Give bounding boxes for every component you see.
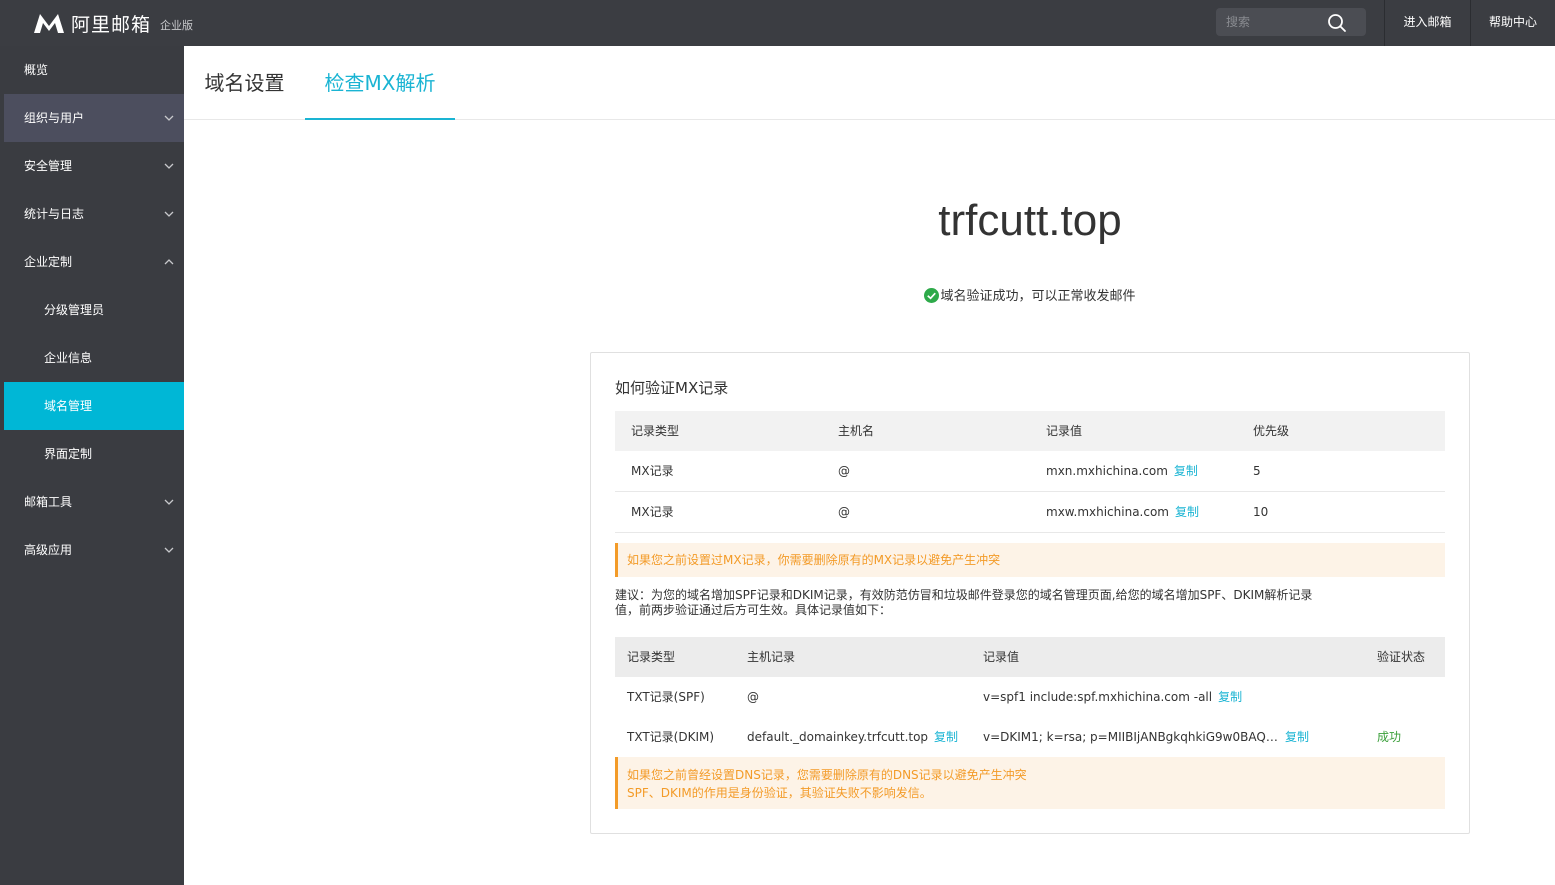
logo[interactable]: 阿里邮箱 企业版 <box>32 10 193 36</box>
sidebar-item-org-users[interactable]: 组织与用户 <box>4 94 184 142</box>
logo-text: 阿里邮箱 <box>71 13 152 36</box>
copy-button[interactable]: 复制 <box>1174 464 1198 478</box>
host-record: @ <box>747 690 759 704</box>
chevron-down-icon <box>164 499 174 505</box>
copy-button[interactable]: 复制 <box>1285 730 1309 744</box>
mx-table: 记录类型 主机名 记录值 优先级 MX记录 @ mxn.mxhichina.co… <box>615 411 1445 533</box>
host-record: default._domainkey.trfcutt.top <box>747 730 929 744</box>
warning-line: SPF、DKIM的作用是身份验证，其验证失败不影响发信。 <box>627 786 932 800</box>
sidebar-item-enterprise-info[interactable]: 企业信息 <box>4 334 184 382</box>
record-type: TXT记录(SPF) <box>627 690 705 704</box>
sidebar-item-label: 分级管理员 <box>44 303 105 317</box>
priority: 5 <box>1253 464 1261 478</box>
search-input[interactable] <box>1216 8 1326 36</box>
tab-bar: 域名设置 检查MX解析 <box>184 46 1555 120</box>
header-cell: 主机记录 <box>747 650 796 664</box>
sidebar-item-label: 安全管理 <box>24 159 73 173</box>
sidebar-item-enterprise-custom[interactable]: 企业定制 <box>4 238 184 286</box>
sidebar-item-overview[interactable]: 概览 <box>4 46 184 94</box>
mx-guide-card: 如何验证MX记录 记录类型 主机名 记录值 优先级 MX记录 @ mxn.mxh… <box>590 352 1470 834</box>
dns-conflict-warning: 如果您之前曾经设置DNS记录，您需要删除原有的DNS记录以避免产生冲突 SPF、… <box>615 757 1445 809</box>
sidebar-item-label: 组织与用户 <box>24 111 85 125</box>
chevron-up-icon <box>164 259 174 265</box>
record-value-cell: v=DKIM1; k=rsa; p=MIIBIjANBgkqhkiG9w0BAQ… <box>983 717 1309 757</box>
record-value-cell: v=spf1 include:spf.mxhichina.com -all 复制 <box>983 677 1242 717</box>
record-value-cell: mxn.mxhichina.com 复制 <box>1046 451 1198 491</box>
logo-edition: 企业版 <box>160 19 194 32</box>
chevron-down-icon <box>164 211 174 217</box>
sidebar: 概览 组织与用户 安全管理 统计与日志 企业定制 分级管理员 企业信息 域名管理… <box>0 46 184 885</box>
mx-conflict-warning: 如果您之前设置过MX记录，你需要删除原有的MX记录以避免产生冲突 <box>615 543 1445 577</box>
card-title: 如何验证MX记录 <box>615 379 729 397</box>
record-type: MX记录 <box>631 505 674 519</box>
host-record-cell: default._domainkey.trfcutt.top 复制 <box>747 717 958 757</box>
copy-button[interactable]: 复制 <box>1218 690 1242 704</box>
table-row: MX记录 @ mxn.mxhichina.com 复制 5 <box>615 451 1445 492</box>
copy-button[interactable]: 复制 <box>1175 505 1199 519</box>
sidebar-item-advanced[interactable]: 高级应用 <box>4 526 184 574</box>
table-row: TXT记录(DKIM) default._domainkey.trfcutt.t… <box>615 717 1445 757</box>
verify-status-success: 成功 <box>1377 730 1402 744</box>
logo-m-icon <box>34 14 64 33</box>
advice-line: 建议：为您的域名增加SPF记录和DKIM记录，有效防范仿冒和垃圾邮件登录您的域名… <box>615 588 1313 602</box>
priority: 10 <box>1253 505 1269 519</box>
chevron-down-icon <box>164 163 174 169</box>
verify-text: 域名验证成功，可以正常收发邮件 <box>940 289 1136 304</box>
table-header: 记录类型 主机名 记录值 优先级 <box>615 411 1445 451</box>
header-cell: 优先级 <box>1253 424 1290 438</box>
sidebar-item-stats-logs[interactable]: 统计与日志 <box>4 190 184 238</box>
table-row: MX记录 @ mxw.mxhichina.com 复制 10 <box>615 492 1445 533</box>
sidebar-item-label: 域名管理 <box>44 399 93 413</box>
header-cell: 验证状态 <box>1377 650 1426 664</box>
record-value: mxw.mxhichina.com <box>1046 505 1169 519</box>
header-cell: 记录值 <box>983 650 1020 664</box>
sidebar-item-label: 企业信息 <box>44 351 93 365</box>
record-type: TXT记录(DKIM) <box>627 730 715 744</box>
table-row: TXT记录(SPF) @ v=spf1 include:spf.mxhichin… <box>615 677 1445 717</box>
host-name: @ <box>838 464 850 478</box>
tab-check-mx[interactable]: 检查MX解析 <box>305 46 455 120</box>
sidebar-item-label: 企业定制 <box>24 255 73 269</box>
sidebar-item-ui-custom[interactable]: 界面定制 <box>4 430 184 478</box>
header-cell: 记录类型 <box>627 650 676 664</box>
sidebar-item-domain-management[interactable]: 域名管理 <box>4 382 184 430</box>
sidebar-item-label: 统计与日志 <box>24 207 85 221</box>
header-cell: 主机名 <box>838 424 875 438</box>
sidebar-item-mail-tools[interactable]: 邮箱工具 <box>4 478 184 526</box>
sidebar-item-security[interactable]: 安全管理 <box>4 142 184 190</box>
sidebar-item-sub-admins[interactable]: 分级管理员 <box>4 286 184 334</box>
top-bar: 阿里邮箱 企业版 进入邮箱 帮助中心 <box>0 0 1555 46</box>
sidebar-item-label: 界面定制 <box>44 447 93 461</box>
host-name: @ <box>838 505 850 519</box>
tab-domain-settings[interactable]: 域名设置 <box>184 46 305 120</box>
help-center-link[interactable]: 帮助中心 <box>1470 0 1555 46</box>
record-value: mxn.mxhichina.com <box>1046 464 1168 478</box>
record-value: v=spf1 include:spf.mxhichina.com -all <box>983 690 1213 704</box>
chevron-down-icon <box>164 547 174 553</box>
copy-button[interactable]: 复制 <box>934 730 958 744</box>
record-value: v=DKIM1; k=rsa; p=MIIBIjANBgkqhkiG9w0BAQ… <box>983 730 1279 744</box>
check-circle-icon <box>924 288 940 303</box>
record-type: MX记录 <box>631 464 674 478</box>
table-header: 记录类型 主机记录 记录值 验证状态 <box>615 637 1445 677</box>
search-icon[interactable] <box>1327 13 1347 33</box>
verify-status: 域名验证成功，可以正常收发邮件 <box>830 285 1230 304</box>
header-cell: 记录类型 <box>631 424 680 438</box>
domain-title: trfcutt.top <box>938 196 1122 245</box>
dns-table: 记录类型 主机记录 记录值 验证状态 TXT记录(SPF) @ v=spf1 i… <box>615 637 1445 757</box>
sidebar-item-label: 邮箱工具 <box>24 495 73 509</box>
header-cell: 记录值 <box>1046 424 1083 438</box>
sidebar-item-label: 高级应用 <box>24 543 73 557</box>
record-value-cell: mxw.mxhichina.com 复制 <box>1046 492 1199 532</box>
sidebar-item-label: 概览 <box>24 63 49 77</box>
warning-line: 如果您之前曾经设置DNS记录，您需要删除原有的DNS记录以避免产生冲突 <box>627 768 1027 782</box>
advice-line: 值，前两步验证通过后方可生效。具体记录值如下： <box>615 603 892 617</box>
chevron-down-icon <box>164 115 174 121</box>
enter-mailbox-link[interactable]: 进入邮箱 <box>1384 0 1470 46</box>
spf-dkim-advice: 建议：为您的域名增加SPF记录和DKIM记录，有效防范仿冒和垃圾邮件登录您的域名… <box>615 588 1335 618</box>
